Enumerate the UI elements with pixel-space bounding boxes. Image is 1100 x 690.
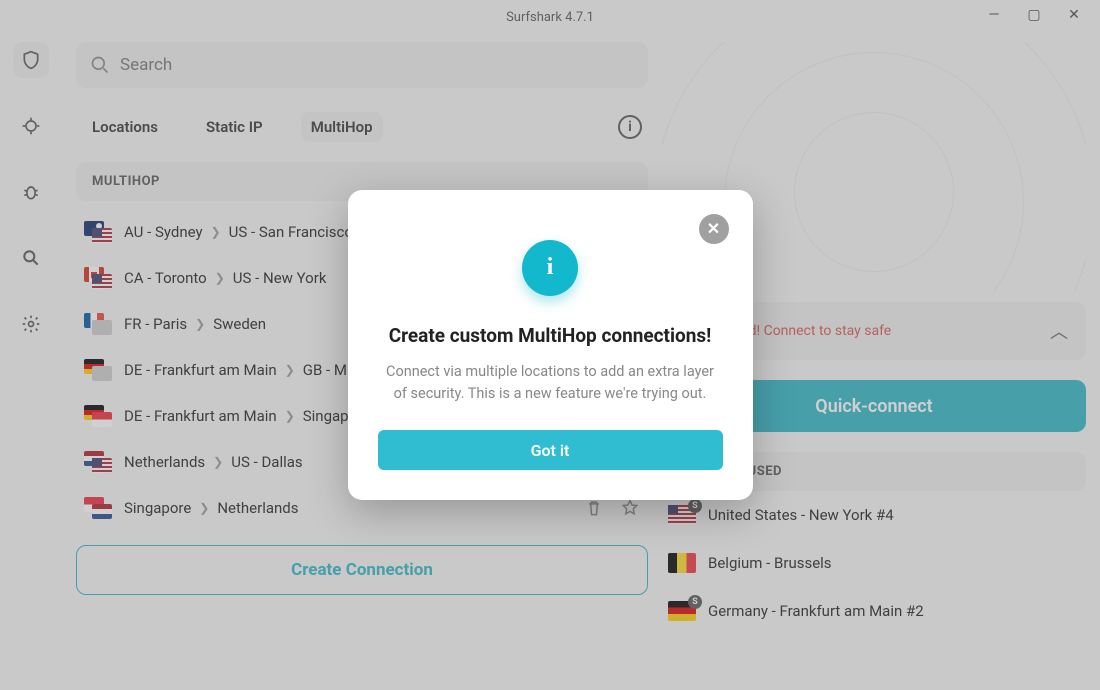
multihop-info-modal: ✕ i Create custom MultiHop connections! … [348,190,753,501]
modal-overlay[interactable]: ✕ i Create custom MultiHop connections! … [0,0,1100,690]
got-it-button[interactable]: Got it [378,430,723,470]
modal-title: Create custom MultiHop connections! [378,324,723,347]
close-modal-button[interactable]: ✕ [699,214,729,244]
info-icon: i [522,240,578,296]
modal-body: Connect via multiple locations to add an… [378,361,723,405]
